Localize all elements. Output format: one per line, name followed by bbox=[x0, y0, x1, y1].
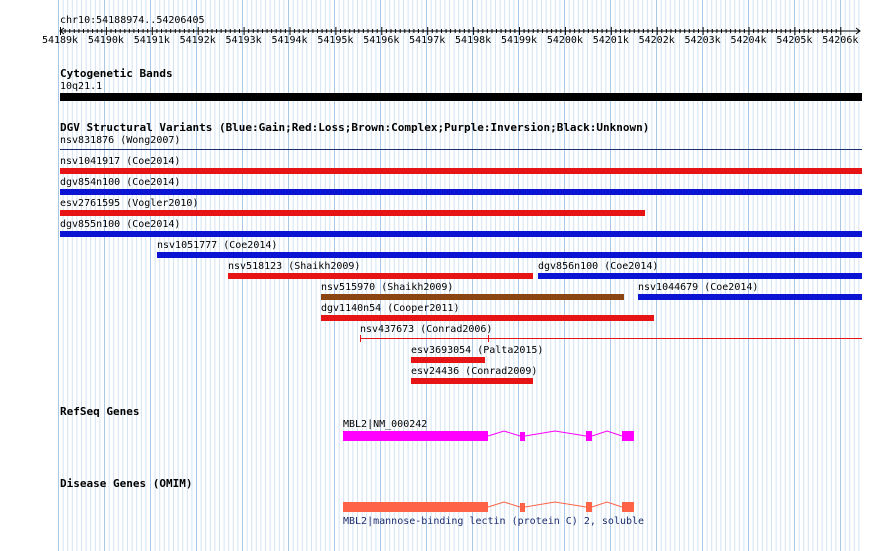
track-title-refseq[interactable]: RefSeq Genes bbox=[60, 406, 139, 418]
omim-gene-symbol: MBL2 bbox=[343, 516, 368, 527]
ruler-tick-label: 54200k bbox=[546, 35, 583, 46]
dgv-feature-label: nsv437673 (Conrad2006) bbox=[360, 324, 493, 335]
dgv-feature-dgv1140n54[interactable] bbox=[321, 315, 654, 321]
dgv-feature-esv3693054[interactable] bbox=[411, 357, 485, 363]
dgv-feature-dgv856n100[interactable] bbox=[538, 273, 862, 279]
dgv-feature-label: dgv855n100 (Coe2014) bbox=[60, 219, 181, 230]
cytoband-label: 10q21.1 bbox=[60, 81, 103, 92]
ruler-tick-label: 54202k bbox=[638, 35, 675, 46]
ruler-tick-label: 54198k bbox=[455, 35, 492, 46]
location-label: chr10:54188974..54206405 bbox=[60, 15, 205, 26]
ruler-tick-label: 54205k bbox=[776, 35, 813, 46]
ruler-tick-label: 54197k bbox=[409, 35, 446, 46]
track-title-omim[interactable]: Disease Genes (OMIM) bbox=[60, 478, 192, 490]
dgv-feature-nsv518123[interactable] bbox=[228, 273, 533, 279]
genome-browser: chr10:54188974..54206405 54189k 54190k 541… bbox=[0, 0, 890, 551]
ruler-tick-label: 54190k bbox=[87, 35, 124, 46]
dgv-feature-label: nsv518123 (Shaikh2009) bbox=[228, 261, 361, 272]
dgv-feature-label: nsv515970 (Shaikh2009) bbox=[321, 282, 454, 293]
dgv-feature-label: nsv831876 (Wong2007) bbox=[60, 135, 181, 146]
omim-gene-label[interactable]: MBL2|mannose-binding lectin (protein C) … bbox=[343, 516, 644, 527]
dgv-feature-dgv855n100[interactable] bbox=[60, 231, 862, 237]
omim-gene-description: mannose-binding lectin (protein C) 2, so… bbox=[373, 516, 645, 527]
ruler-tick-label: 54204k bbox=[730, 35, 767, 46]
ruler-tick-label: 54191k bbox=[133, 35, 170, 46]
ruler-tick-label: 54189k bbox=[41, 35, 79, 46]
dgv-feature-nsv515970[interactable] bbox=[321, 294, 624, 300]
dgv-feature-label: nsv1041917 (Coe2014) bbox=[60, 156, 181, 167]
ruler-tick-label: 54194k bbox=[271, 35, 308, 46]
refseq-gene-label: MBL2|NM_000242 bbox=[343, 419, 428, 430]
ruler-tick-label: 54206k bbox=[822, 35, 859, 46]
dgv-feature-label: esv24436 (Conrad2009) bbox=[411, 366, 538, 377]
cytoband-bar[interactable] bbox=[60, 93, 862, 101]
dgv-feature-label: dgv1140n54 (Cooper2011) bbox=[321, 303, 460, 314]
ruler-tick-label: 54192k bbox=[179, 35, 216, 46]
dgv-feature-label: nsv1044679 (Coe2014) bbox=[638, 282, 759, 293]
dgv-feature-nsv1051777[interactable] bbox=[157, 252, 862, 258]
ruler-tick-label: 54203k bbox=[684, 35, 721, 46]
dgv-feature-esv2761595[interactable] bbox=[60, 210, 645, 216]
dgv-feature-label: nsv1051777 (Coe2014) bbox=[157, 240, 278, 251]
dgv-feature-label: esv3693054 (Palta2015) bbox=[411, 345, 544, 356]
dgv-feature-label: esv2761595 (Vogler2010) bbox=[60, 198, 199, 209]
ruler-tick-label: 54199k bbox=[500, 35, 538, 46]
dgv-feature-label: dgv856n100 (Coe2014) bbox=[538, 261, 659, 272]
ruler-tick-label: 54193k bbox=[225, 35, 262, 46]
track-title-cytoband[interactable]: Cytogenetic Bands bbox=[60, 68, 173, 80]
ruler-tick-label: 54201k bbox=[592, 35, 629, 46]
dgv-feature-nsv1044679[interactable] bbox=[638, 294, 862, 300]
track-title-dgv[interactable]: DGV Structural Variants (Blue:Gain;Red:L… bbox=[60, 122, 649, 134]
dgv-feature-esv24436[interactable] bbox=[411, 378, 533, 384]
ruler-tick-label: 54196k bbox=[363, 35, 400, 46]
ruler-tick-label: 54195k bbox=[317, 35, 354, 46]
dgv-feature-nsv1041917[interactable] bbox=[60, 168, 862, 174]
dgv-feature-nsv831876[interactable] bbox=[60, 149, 862, 150]
dgv-feature-dgv854n100[interactable] bbox=[60, 189, 862, 195]
dgv-feature-label: dgv854n100 (Coe2014) bbox=[60, 177, 181, 188]
